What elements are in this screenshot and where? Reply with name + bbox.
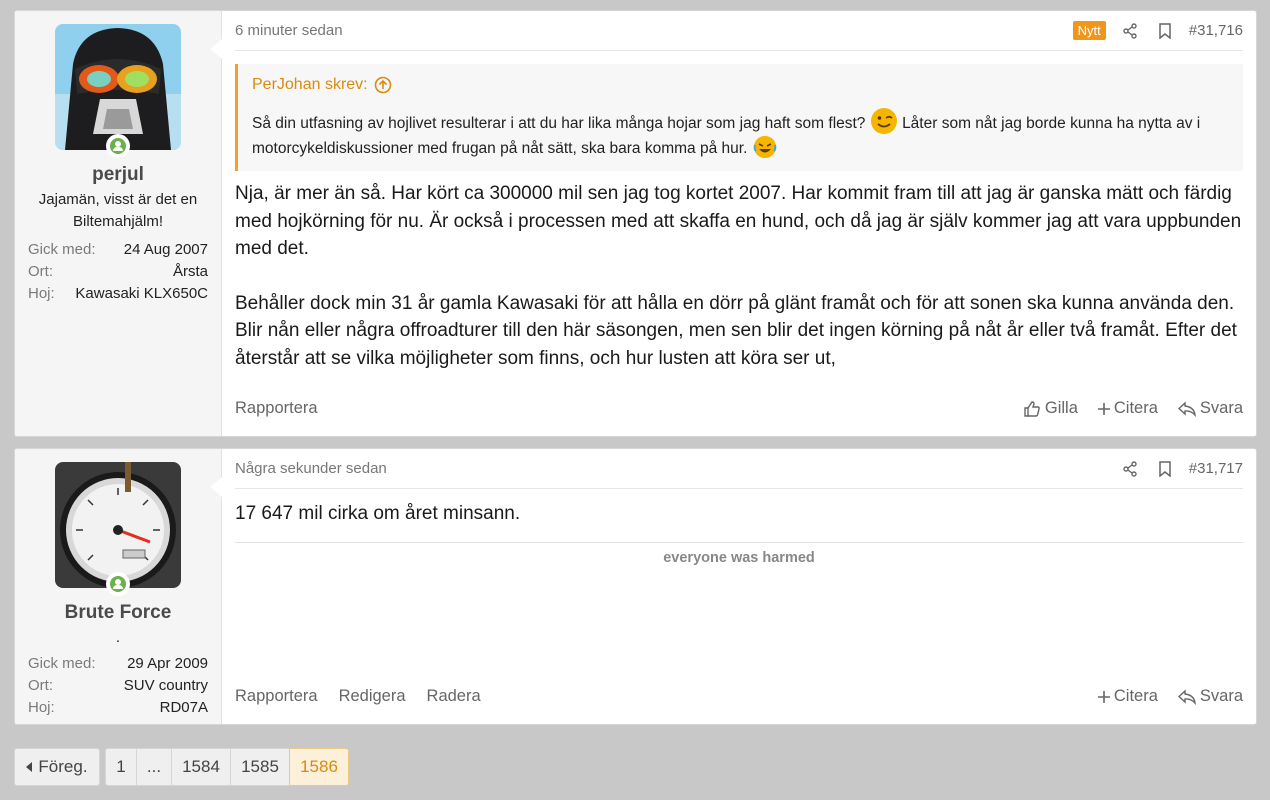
bike-label: Hoj:	[28, 699, 55, 716]
page-1[interactable]: 1	[105, 748, 137, 786]
location-row: Ort: Årsta	[28, 261, 208, 283]
location-label: Ort:	[28, 677, 53, 694]
location-row: Ort: SUV country	[28, 675, 208, 697]
quote-block: PerJohan skrev: Så din utfasning av hojl…	[235, 64, 1243, 171]
post-number[interactable]: #31,716	[1189, 22, 1243, 39]
joined-label: Gick med:	[28, 241, 96, 258]
reply-button[interactable]: Svara	[1177, 399, 1243, 418]
bike-value: Kawasaki KLX650C	[75, 285, 208, 302]
signature: everyone was harmed	[235, 541, 1243, 566]
joined-value: 24 Aug 2007	[123, 241, 208, 258]
user-extras: Gick med: 29 Apr 2009 Ort: SUV country Hoj…	[15, 653, 221, 719]
post-31716: perjul Jajamän, visst är det en Biltemah…	[14, 10, 1257, 437]
quote-author[interactable]: PerJohan skrev:	[252, 76, 368, 94]
avatar[interactable]	[55, 24, 181, 158]
user-sidebar: perjul Jajamän, visst är det en Biltemah…	[15, 11, 222, 436]
post-31717: Brute Force . Gick med: 29 Apr 2009 Ort: S…	[14, 448, 1257, 725]
quote-label: Citera	[1113, 399, 1158, 417]
username[interactable]: Brute Force	[15, 602, 221, 624]
quote-header[interactable]: PerJohan skrev:	[252, 74, 1229, 96]
post-actions: Rapportera Gilla Citera Svara	[235, 399, 1243, 418]
reply-button[interactable]: Svara	[1177, 687, 1243, 706]
online-status-icon	[106, 572, 130, 596]
reply-label: Svara	[1199, 687, 1243, 705]
pagination: Föreg. 1 ... 1584 1585 1586	[14, 748, 349, 786]
plus-icon	[1097, 690, 1110, 703]
plus-icon	[1097, 402, 1110, 415]
post-meta: 6 minuter sedan Nytt #31,716	[235, 11, 1243, 51]
post-paragraph: Nja, är mer än så. Har kört ca 300000 mi…	[235, 183, 1242, 259]
avatar[interactable]	[55, 462, 181, 596]
user-title: .	[115, 629, 121, 646]
report-link[interactable]: Rapportera	[235, 399, 318, 418]
reply-icon	[1177, 688, 1196, 705]
share-icon[interactable]	[1119, 20, 1141, 42]
wink-emoji-icon	[870, 108, 897, 134]
page-1586-current[interactable]: 1586	[289, 748, 349, 786]
post-number[interactable]: #31,717	[1189, 460, 1243, 477]
arrow-up-circle-icon[interactable]	[374, 76, 392, 94]
like-label: Gilla	[1044, 399, 1078, 417]
post-main: Några sekunder sedan #31,717 17 647 mil …	[222, 449, 1256, 724]
username[interactable]: perjul	[15, 164, 221, 186]
post-meta: Några sekunder sedan #31,717	[235, 449, 1243, 489]
quote-text: Så din utfasning av hojlivet resulterar …	[252, 108, 1229, 161]
bike-value: RD07A	[159, 699, 208, 716]
post-paragraph: 17 647 mil cirka om året minsann.	[235, 503, 521, 524]
page-1585[interactable]: 1585	[230, 748, 290, 786]
joined-value: 29 Apr 2009	[127, 655, 208, 672]
bookmark-icon[interactable]	[1154, 20, 1176, 42]
bike-row: Hoj: RD07A	[28, 697, 208, 719]
thumbs-up-icon	[1024, 400, 1040, 417]
post-actions: Rapportera Redigera Radera Citera Svara	[235, 687, 1243, 706]
online-status-icon	[106, 134, 130, 158]
bike-label: Hoj:	[28, 285, 55, 302]
post-date[interactable]: 6 minuter sedan	[235, 22, 1073, 39]
report-link[interactable]: Rapportera	[235, 687, 318, 706]
user-title: Jajamän, visst är det en Biltemahjälm!	[38, 191, 198, 230]
location-value: SUV country	[123, 677, 208, 694]
prev-label: Föreg.	[38, 757, 88, 776]
caret-left-icon	[26, 762, 33, 772]
quote-button[interactable]: Citera	[1097, 399, 1158, 418]
quote-label: Citera	[1113, 687, 1158, 705]
rofl-emoji-icon	[753, 136, 777, 158]
page-1584[interactable]: 1584	[171, 748, 231, 786]
location-value: Årsta	[172, 263, 208, 280]
page-list: 1 ... 1584 1585 1586	[105, 748, 349, 786]
share-icon[interactable]	[1119, 458, 1141, 480]
like-button[interactable]: Gilla	[1023, 399, 1078, 418]
user-extras: Gick med: 24 Aug 2007 Ort: Årsta Hoj: Kawas…	[15, 239, 221, 305]
new-badge: Nytt	[1072, 21, 1106, 40]
location-label: Ort:	[28, 263, 53, 280]
joined-row: Gick med: 24 Aug 2007	[28, 239, 208, 261]
joined-row: Gick med: 29 Apr 2009	[28, 653, 208, 675]
bike-row: Hoj: Kawasaki KLX650C	[28, 283, 208, 305]
post-body: Nja, är mer än så. Har kört ca 300000 mi…	[235, 180, 1243, 372]
delete-link[interactable]: Radera	[427, 687, 481, 706]
reply-icon	[1177, 400, 1196, 417]
quote-text-1: Så din utfasning av hojlivet resulterar …	[252, 115, 866, 132]
bookmark-icon[interactable]	[1154, 458, 1176, 480]
sidebar-arrow	[210, 477, 222, 497]
page-ellipsis[interactable]: ...	[136, 748, 172, 786]
user-sidebar: Brute Force . Gick med: 29 Apr 2009 Ort: S…	[15, 449, 222, 724]
joined-label: Gick med:	[28, 655, 96, 672]
post-date[interactable]: Några sekunder sedan	[235, 460, 1119, 477]
reply-label: Svara	[1199, 399, 1243, 417]
post-main: 6 minuter sedan Nytt #31,716 PerJohan sk…	[222, 11, 1256, 436]
prev-page-button[interactable]: Föreg.	[14, 748, 100, 786]
quote-button[interactable]: Citera	[1097, 687, 1158, 706]
sidebar-arrow	[210, 39, 222, 59]
edit-link[interactable]: Redigera	[339, 687, 406, 706]
post-body: 17 647 mil cirka om året minsann.	[235, 500, 1243, 528]
post-paragraph: Behåller dock min 31 år gamla Kawasaki f…	[235, 292, 1237, 369]
